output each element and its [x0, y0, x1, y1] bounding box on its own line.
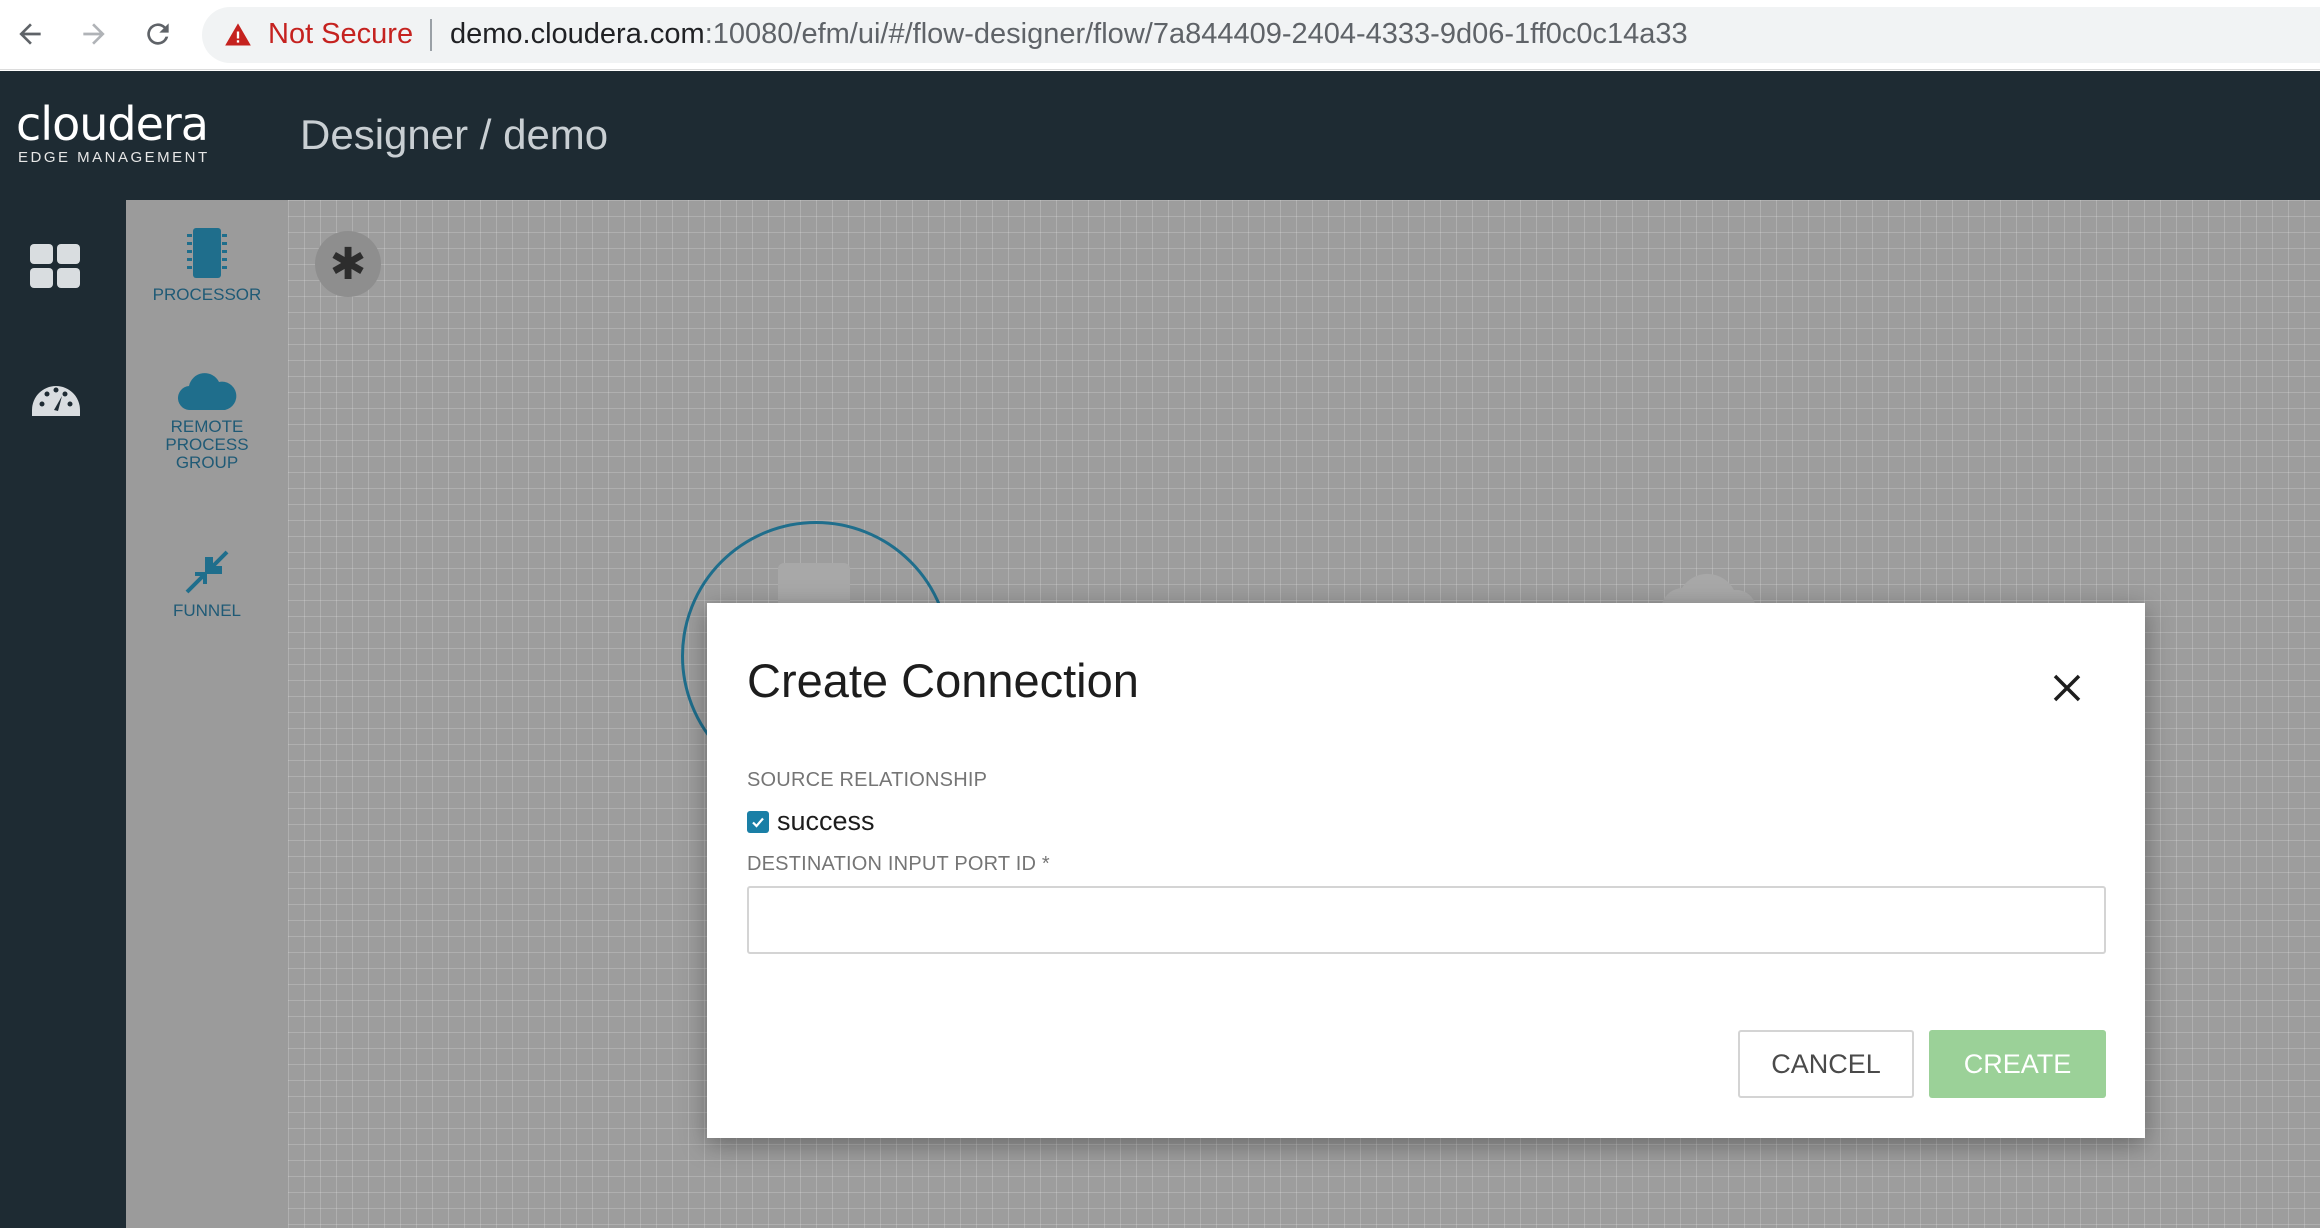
palette-item-remote-process-group[interactable]: REMOTE PROCESS GROUP — [126, 370, 288, 472]
funnel-icon — [185, 550, 229, 594]
dashboard-grid-icon[interactable] — [28, 240, 84, 296]
success-checkbox-label[interactable]: success — [777, 806, 875, 837]
left-nav — [0, 200, 126, 1228]
not-secure-label[interactable]: Not Secure — [268, 18, 413, 51]
reload-icon[interactable] — [138, 14, 178, 54]
snap-to-grid-button[interactable]: ✱ — [315, 231, 381, 297]
close-icon — [2053, 674, 2081, 702]
palette-label-processor: PROCESSOR — [152, 285, 262, 304]
url-path: :10080/efm/ui/#/flow-designer/flow/7a844… — [704, 18, 1688, 50]
brand-name: cloudera — [16, 97, 209, 151]
palette-item-funnel[interactable]: FUNNEL — [126, 548, 288, 620]
address-bar[interactable]: Not Secure demo.cloudera.com:10080/efm/u… — [202, 7, 2320, 63]
cloud-icon — [177, 373, 237, 411]
checkmark-icon — [752, 817, 764, 828]
palette-item-processor[interactable]: PROCESSOR — [126, 226, 288, 304]
close-button[interactable] — [2042, 663, 2092, 713]
url-separator — [430, 19, 432, 51]
processor-icon — [187, 228, 227, 278]
back-arrow-icon[interactable] — [10, 14, 50, 54]
dialog-title: Create Connection — [747, 654, 1139, 707]
component-palette: PROCESSOR REMOTE PROCESS GROUP FUNNEL — [126, 200, 288, 1228]
success-checkbox[interactable] — [747, 811, 769, 833]
cancel-button[interactable]: CANCEL — [1738, 1030, 1914, 1098]
gauge-icon[interactable] — [28, 372, 84, 428]
destination-port-label: DESTINATION INPUT PORT ID * — [747, 853, 1050, 875]
forward-arrow-icon[interactable] — [74, 14, 114, 54]
url-host: demo.cloudera.com — [450, 18, 705, 50]
browser-toolbar: Not Secure demo.cloudera.com:10080/efm/u… — [0, 0, 2320, 70]
source-relationship-label: SOURCE RELATIONSHIP — [747, 769, 988, 791]
palette-label-remote-process-group: REMOTE PROCESS GROUP — [165, 417, 249, 472]
create-connection-dialog: Create Connection SOURCE RELATIONSHIP su… — [707, 603, 2145, 1138]
page-title: Designer / demo — [300, 111, 609, 158]
destination-port-input[interactable] — [747, 886, 2106, 954]
asterisk-icon: ✱ — [329, 238, 367, 290]
app-header: cloudera EDGE MANAGEMENT Designer / demo — [0, 71, 2320, 200]
brand-subtitle: EDGE MANAGEMENT — [18, 149, 210, 166]
warning-icon — [225, 23, 251, 46]
palette-label-funnel: FUNNEL — [172, 601, 241, 620]
url-text[interactable]: demo.cloudera.com:10080/efm/ui/#/flow-de… — [450, 18, 1688, 51]
create-button[interactable]: CREATE — [1929, 1030, 2106, 1098]
